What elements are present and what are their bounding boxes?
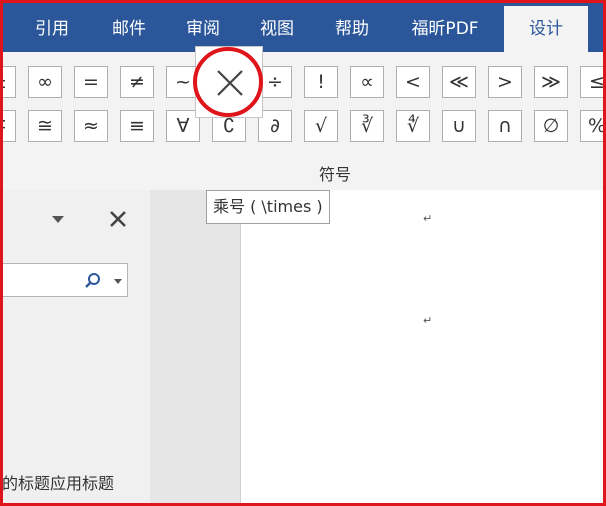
symbol-sqrt[interactable]: √ bbox=[304, 110, 338, 142]
ribbon-tab-bar: 引用 邮件 审阅 视图 帮助 福昕PDF 设计 bbox=[0, 0, 606, 52]
symbol-identical[interactable]: ≡ bbox=[120, 110, 154, 142]
nav-heading-hint: 的标题应用标题 bbox=[2, 474, 115, 493]
symbol-equals[interactable]: = bbox=[74, 66, 108, 98]
symbol-congruent[interactable]: ≅ bbox=[28, 110, 62, 142]
tab-help[interactable]: 帮助 bbox=[322, 6, 382, 52]
symbol-approx[interactable]: ≈ bbox=[74, 110, 108, 142]
symbol-proportional[interactable]: ∝ bbox=[350, 66, 384, 98]
symbol-times-button[interactable]: × bbox=[195, 46, 263, 118]
symbol-less-equal[interactable]: ≤ bbox=[580, 66, 606, 98]
symbol-cube-root[interactable]: ∛ bbox=[350, 110, 384, 142]
search-input[interactable] bbox=[0, 263, 128, 297]
symbol-not-equal[interactable]: ≠ bbox=[120, 66, 154, 98]
chevron-down-icon[interactable] bbox=[114, 279, 122, 284]
close-icon[interactable] bbox=[108, 209, 128, 229]
paragraph-mark: ↵ bbox=[423, 314, 433, 327]
dropdown-triangle-icon[interactable] bbox=[52, 216, 64, 224]
symbol-much-less[interactable]: ≪ bbox=[442, 66, 476, 98]
symbol-partial[interactable]: ∂ bbox=[258, 110, 292, 142]
search-icon[interactable] bbox=[84, 272, 102, 290]
symbol-less-than[interactable]: < bbox=[396, 66, 430, 98]
symbol-factorial[interactable]: ! bbox=[304, 66, 338, 98]
times-icon bbox=[217, 70, 243, 96]
symbol-plus-minus[interactable]: ± bbox=[0, 66, 16, 98]
symbol-union[interactable]: ∪ bbox=[442, 110, 476, 142]
symbol-empty-set[interactable]: ∅ bbox=[534, 110, 568, 142]
symbol-division[interactable]: ÷ bbox=[258, 66, 292, 98]
tab-foxit-pdf[interactable]: 福昕PDF bbox=[400, 6, 490, 52]
symbol-greater-than[interactable]: > bbox=[488, 66, 522, 98]
tab-design[interactable]: 设计 bbox=[504, 6, 588, 52]
navigation-pane: 的标题应用标题 bbox=[0, 190, 150, 506]
symbols-group-label: 符号 bbox=[318, 165, 351, 184]
symbol-percent[interactable]: % bbox=[580, 110, 606, 142]
document-page[interactable]: ↵ ↵ bbox=[240, 190, 606, 506]
tab-references[interactable]: 引用 bbox=[22, 6, 82, 52]
symbol-intersection[interactable]: ∩ bbox=[488, 110, 522, 142]
symbol-minus-plus[interactable]: ∓ bbox=[0, 110, 16, 142]
tab-mailings[interactable]: 邮件 bbox=[99, 6, 159, 52]
pane-splitter bbox=[150, 190, 240, 506]
symbol-tooltip: 乘号 ( \times ) bbox=[206, 190, 330, 224]
symbol-infinity[interactable]: ∞ bbox=[28, 66, 62, 98]
symbol-much-greater[interactable]: ≫ bbox=[534, 66, 568, 98]
paragraph-mark: ↵ bbox=[423, 212, 433, 225]
symbol-fourth-root[interactable]: ∜ bbox=[396, 110, 430, 142]
